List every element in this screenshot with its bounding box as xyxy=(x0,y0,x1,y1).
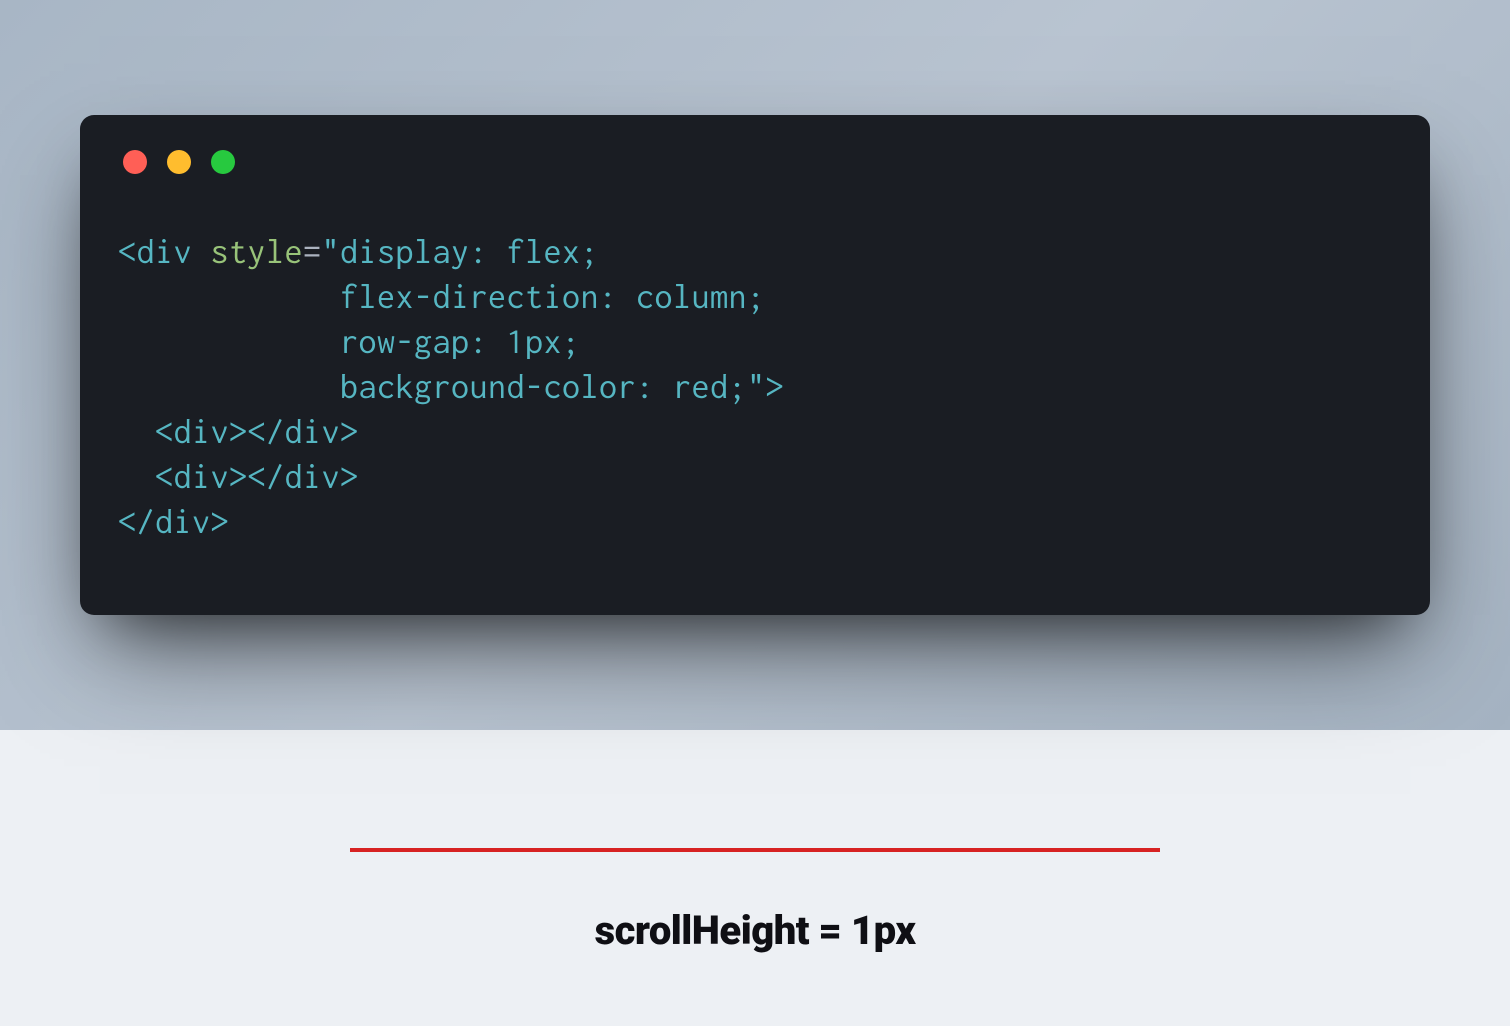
code-token: row-gap: 1px; xyxy=(118,322,581,360)
code-demo-section: <div style="display: flex; flex-directio… xyxy=(0,0,1510,730)
result-section: scrollHeight = 1px xyxy=(0,730,1510,954)
code-token: = xyxy=(303,232,322,270)
code-token: flex-direction: column; xyxy=(118,277,766,315)
code-token: <div></div> xyxy=(118,412,359,450)
code-block: <div style="display: flex; flex-directio… xyxy=(118,229,1392,544)
traffic-lights xyxy=(123,150,1392,174)
code-token: style xyxy=(211,232,304,270)
code-token: <div xyxy=(118,232,211,270)
minimize-icon xyxy=(167,150,191,174)
caption-label: scrollHeight = 1px xyxy=(0,907,1510,954)
code-token: > xyxy=(766,367,785,405)
code-token: </div> xyxy=(118,502,229,540)
code-token: <div></div> xyxy=(118,457,359,495)
code-window: <div style="display: flex; flex-directio… xyxy=(80,115,1430,615)
code-token: "display: flex; xyxy=(322,232,600,270)
close-icon xyxy=(123,150,147,174)
maximize-icon xyxy=(211,150,235,174)
code-token: background-color: red;" xyxy=(118,367,766,405)
rendered-output-line xyxy=(350,848,1160,852)
